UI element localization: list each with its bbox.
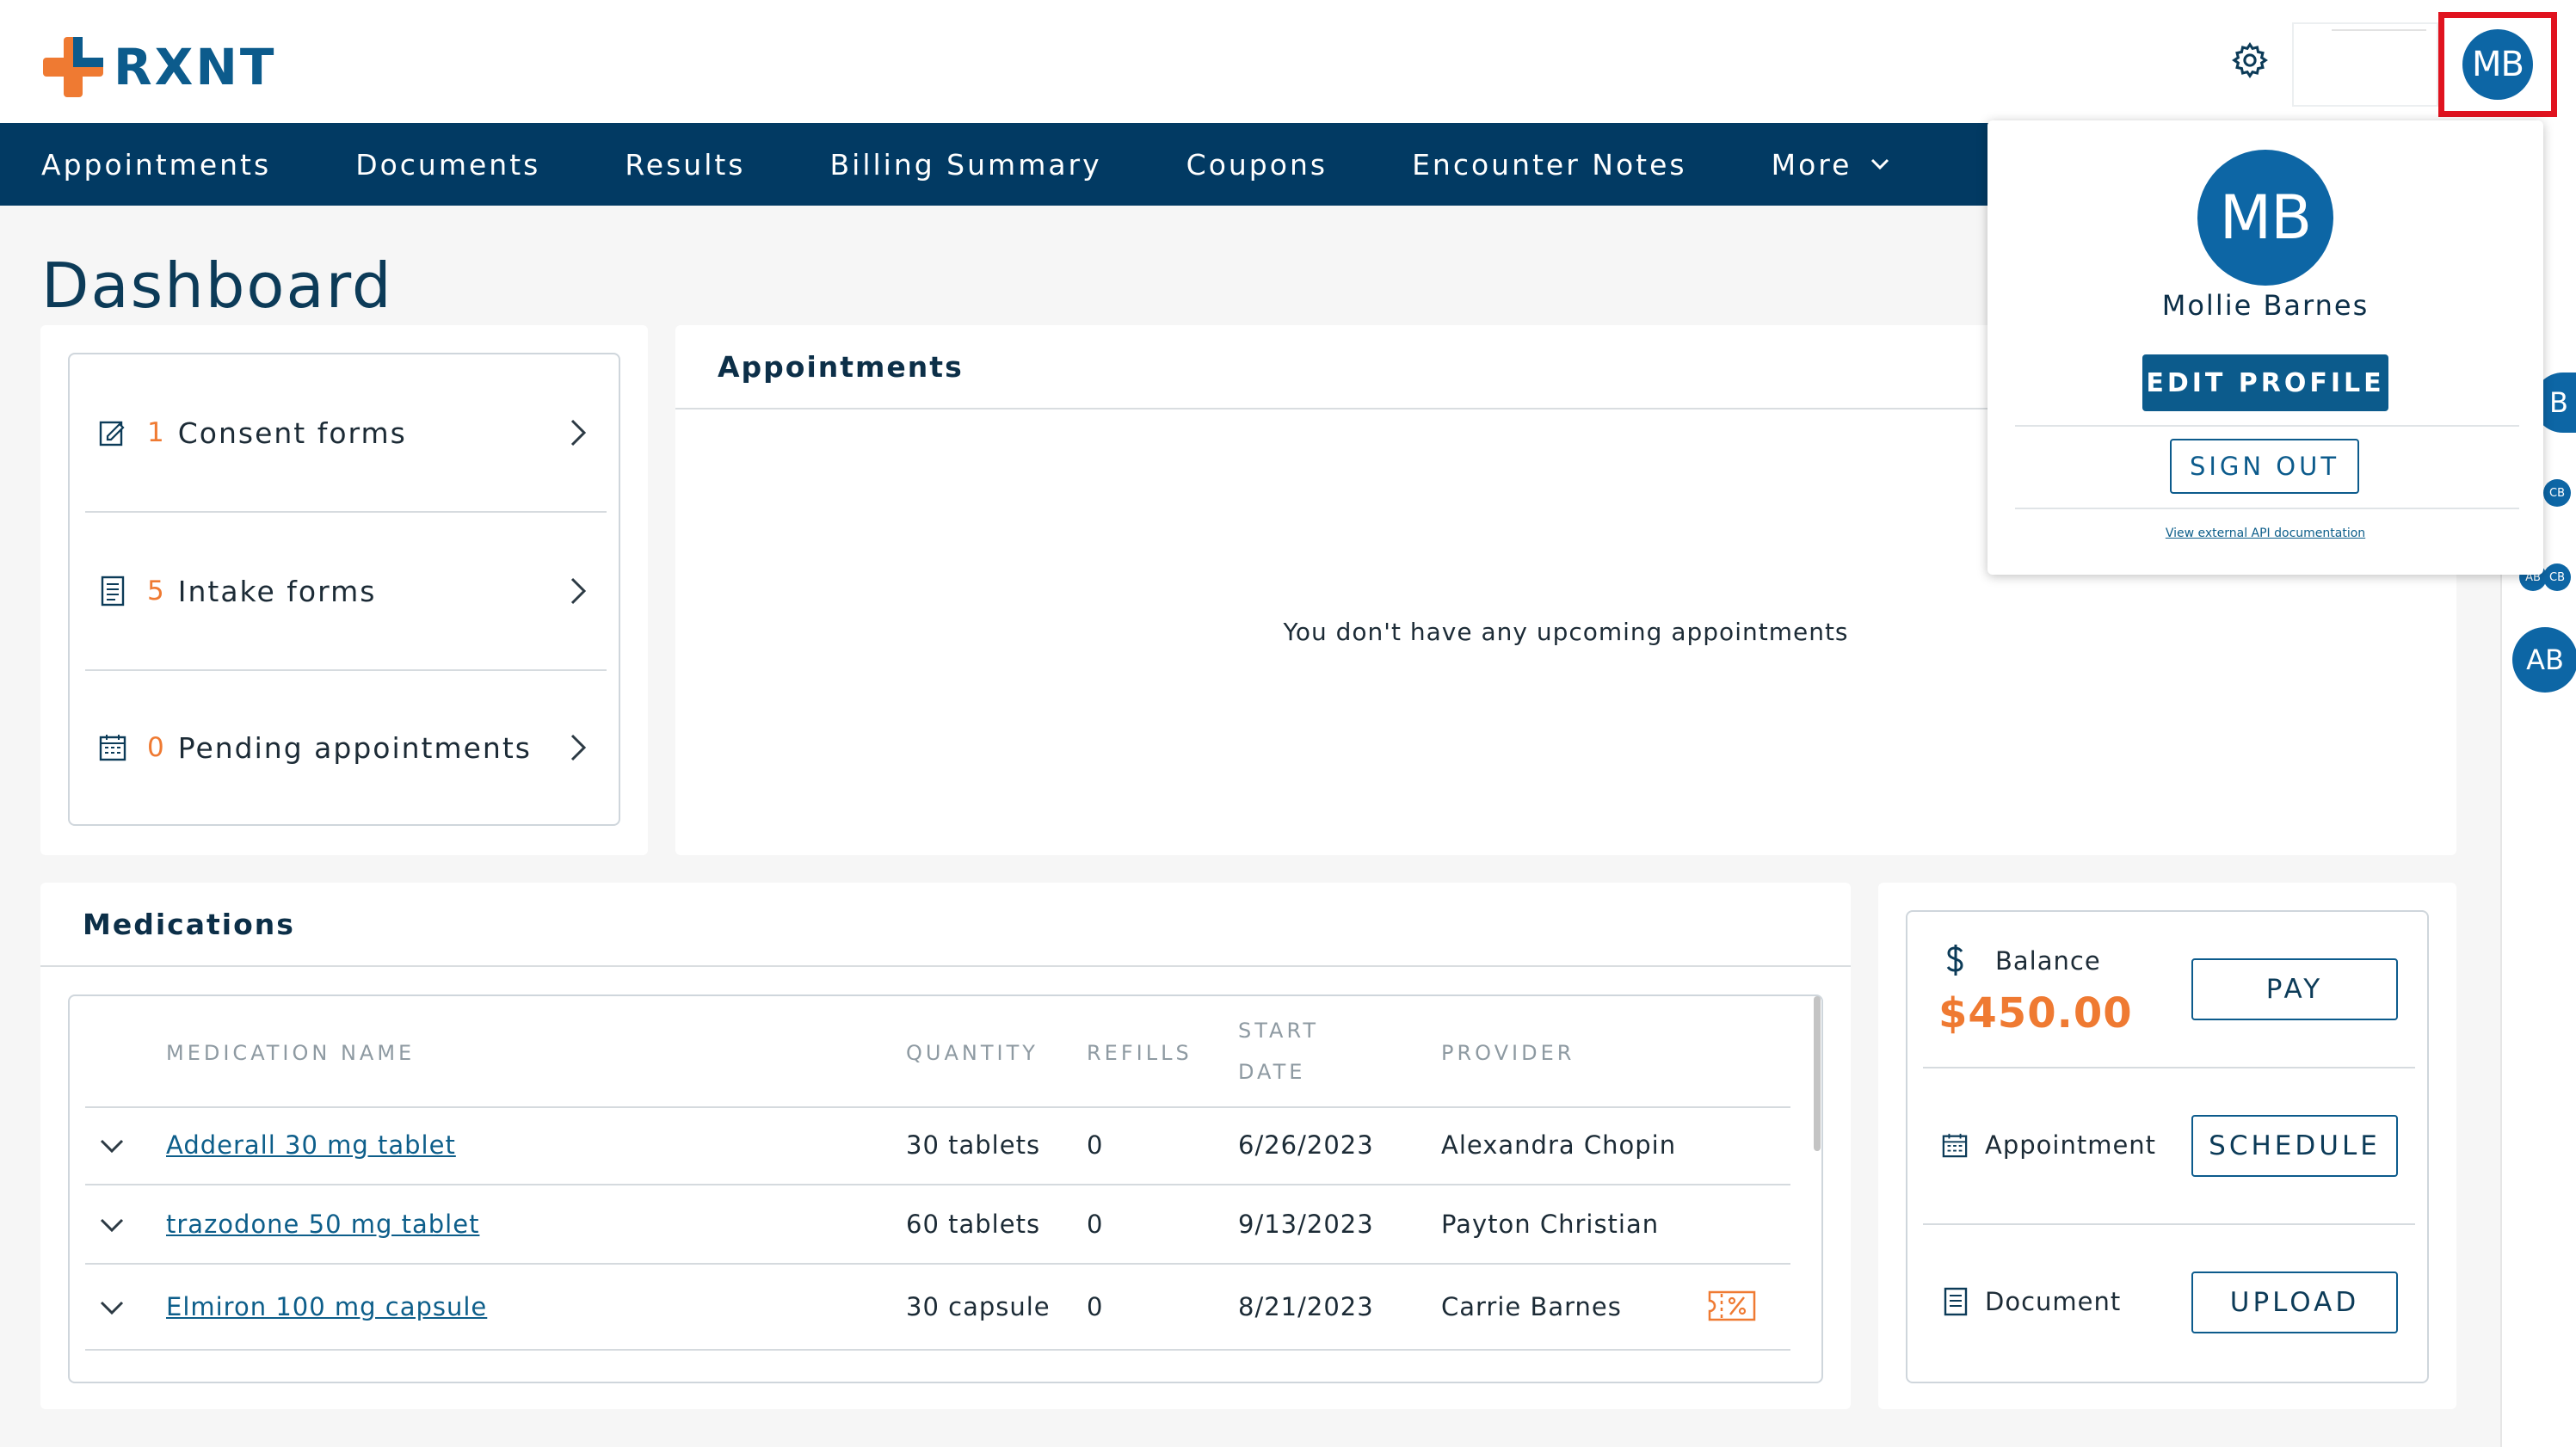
appointments-card-title: Appointments — [718, 349, 964, 384]
col-quantity[interactable]: QUANTITY — [906, 1041, 1038, 1065]
divider — [85, 1349, 1790, 1351]
col-refills[interactable]: REFILLS — [1087, 1041, 1192, 1065]
user-avatar-button[interactable]: MB — [2462, 29, 2533, 100]
divider — [85, 1184, 1790, 1185]
col-start-date-line2[interactable]: DATE — [1238, 1060, 1305, 1084]
nav-appointments[interactable]: Appointments — [41, 148, 271, 182]
medication-start-date: 8/21/2023 — [1238, 1292, 1374, 1321]
pay-button[interactable]: PAY — [2191, 958, 2398, 1020]
divider — [2015, 425, 2519, 427]
medication-refills: 0 — [1087, 1130, 1104, 1160]
quick-link-pending-appointments[interactable]: 0 Pending appointments — [70, 669, 619, 826]
document-label: Document — [1985, 1287, 2122, 1316]
api-documentation-link[interactable]: View external API documentation — [1987, 526, 2543, 540]
expand-row-chevron-icon[interactable] — [99, 1137, 125, 1155]
medications-card-title: Medications — [83, 907, 295, 941]
medication-link[interactable]: trazodone 50 mg tablet — [166, 1210, 479, 1239]
medication-quantity: 60 tablets — [906, 1210, 1041, 1239]
profile-dropdown: MB Mollie Barnes EDIT PROFILE SIGN OUT V… — [1987, 120, 2543, 575]
document-icon — [1944, 1287, 1968, 1316]
medications-card-header: Medications — [40, 883, 1851, 967]
medications-table: MEDICATION NAME QUANTITY REFILLS START D… — [68, 994, 1823, 1383]
side-avatar-cb-small[interactable]: CB — [2543, 563, 2571, 591]
intake-form-icon — [101, 576, 125, 607]
expand-row-chevron-icon[interactable] — [99, 1216, 125, 1234]
nav-more-label: More — [1771, 147, 1852, 182]
coupon-icon[interactable] — [1708, 1290, 1756, 1321]
nav-more[interactable]: More — [1772, 148, 1890, 182]
col-provider[interactable]: PROVIDER — [1441, 1041, 1575, 1065]
col-start-date-line1[interactable]: START — [1238, 1019, 1319, 1043]
nav-encounter-notes[interactable]: Encounter Notes — [1412, 148, 1687, 182]
sign-out-button[interactable]: SIGN OUT — [2170, 439, 2359, 494]
top-header — [0, 0, 2576, 123]
profile-name: Mollie Barnes — [2161, 289, 2370, 322]
medication-provider: Payton Christian — [1441, 1210, 1660, 1239]
quick-link-intake-forms[interactable]: 5 Intake forms — [70, 513, 619, 669]
consent-form-icon — [99, 421, 125, 446]
divider — [85, 1106, 1790, 1108]
medication-link[interactable]: Adderall 30 mg tablet — [166, 1130, 456, 1160]
medication-quantity: 30 tablets — [906, 1130, 1041, 1160]
medication-link[interactable]: Elmiron 100 mg capsule — [166, 1292, 487, 1321]
calendar-icon — [99, 735, 126, 761]
medication-start-date: 9/13/2023 — [1238, 1210, 1374, 1239]
logo-cross-icon — [43, 37, 103, 97]
appointment-label: Appointment — [1985, 1130, 2157, 1160]
intake-forms-label: Intake forms — [177, 574, 377, 608]
chevron-right-icon — [570, 577, 587, 605]
calendar-icon — [1942, 1133, 1968, 1158]
nav-coupons[interactable]: Coupons — [1186, 148, 1328, 182]
settings-gear-icon[interactable] — [2230, 40, 2270, 80]
medication-refills: 0 — [1087, 1210, 1104, 1239]
divider — [85, 1263, 1790, 1265]
medication-provider: Alexandra Chopin — [1441, 1130, 1677, 1160]
nav-documents[interactable]: Documents — [355, 148, 540, 182]
upload-button[interactable]: UPLOAD — [2191, 1272, 2398, 1333]
consent-forms-label: Consent forms — [177, 416, 407, 450]
quick-link-consent-forms[interactable]: 1 Consent forms — [70, 354, 619, 511]
divider — [1923, 1067, 2415, 1068]
balance-label: Balance — [1995, 946, 2101, 976]
edit-profile-button[interactable]: EDIT PROFILE — [2142, 354, 2388, 411]
expand-row-chevron-icon[interactable] — [99, 1299, 125, 1316]
actions-list: Balance $450.00 PAY Appointment SCHEDULE… — [1906, 910, 2429, 1383]
pending-appointments-count: 0 — [147, 732, 164, 763]
divider — [2015, 508, 2519, 509]
header-search-box[interactable] — [2292, 22, 2438, 107]
intake-forms-count: 5 — [147, 576, 164, 607]
medication-quantity: 30 capsule — [906, 1292, 1051, 1321]
balance-amount: $450.00 — [1938, 989, 2133, 1038]
appointments-empty-message: You don't have any upcoming appointments — [1283, 618, 1849, 646]
nav-billing-summary[interactable]: Billing Summary — [830, 148, 1102, 182]
medication-provider: Carrie Barnes — [1441, 1292, 1622, 1321]
pending-appointments-label: Pending appointments — [177, 730, 532, 765]
logo-text: RXNT — [114, 38, 277, 96]
table-scrollbar[interactable] — [1814, 996, 1821, 1151]
dollar-icon — [1946, 945, 1963, 976]
medication-refills: 0 — [1087, 1292, 1104, 1321]
medication-start-date: 6/26/2023 — [1238, 1130, 1374, 1160]
col-medication-name[interactable]: MEDICATION NAME — [166, 1041, 415, 1065]
chevron-down-icon — [1871, 158, 1889, 170]
divider — [1923, 1223, 2415, 1225]
consent-forms-count: 1 — [147, 417, 164, 448]
rxnt-logo[interactable]: RXNT — [41, 33, 276, 102]
page-title: Dashboard — [41, 249, 393, 322]
chevron-right-icon — [570, 419, 587, 446]
side-avatar-ab[interactable]: AB — [2512, 627, 2576, 693]
chevron-right-icon — [570, 734, 587, 761]
nav-results[interactable]: Results — [625, 148, 745, 182]
schedule-button[interactable]: SCHEDULE — [2191, 1115, 2398, 1177]
profile-avatar: MB — [2197, 150, 2333, 286]
quick-links-list: 1 Consent forms 5 Intake forms 0 Pending… — [68, 353, 620, 826]
side-avatar-cb[interactable]: CB — [2543, 479, 2571, 507]
